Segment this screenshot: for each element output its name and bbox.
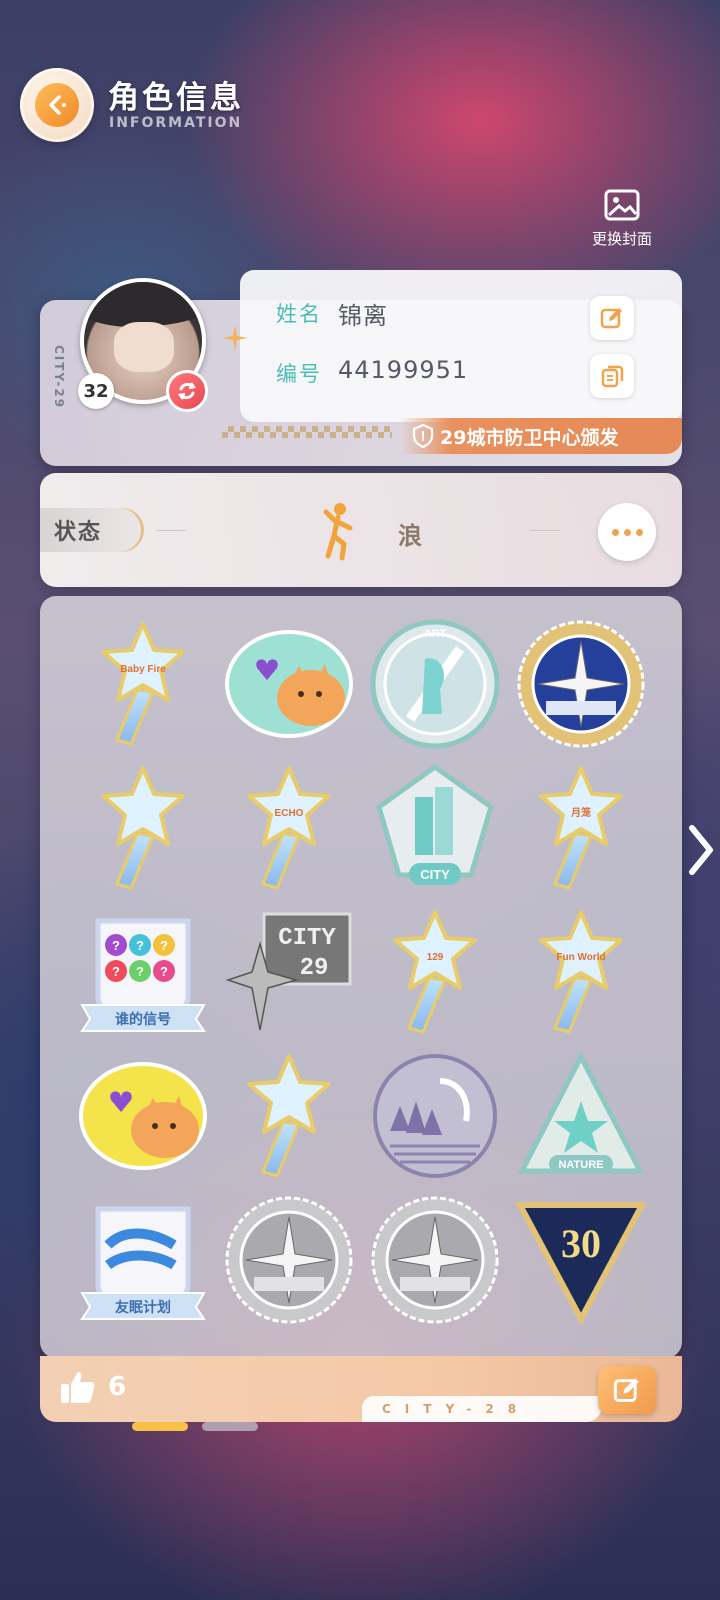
compass-gold-badge[interactable] (508, 612, 654, 756)
dot (623, 528, 631, 536)
dot (635, 528, 643, 536)
status-more-button[interactable] (598, 503, 656, 561)
status-figure-icon (323, 503, 353, 561)
next-page-arrow-icon[interactable] (686, 820, 716, 880)
question-shield-badge[interactable]: ?????? 谁的信号 (70, 900, 216, 1044)
back-button[interactable] (20, 68, 94, 142)
svg-text:29: 29 (300, 955, 329, 982)
star-pin-fun-world[interactable]: Fun World (508, 900, 654, 1044)
divider (530, 530, 560, 531)
thumbs-up-icon[interactable] (60, 1370, 96, 1404)
copy-icon (601, 365, 624, 388)
star-pin-echo[interactable]: ECHO (216, 756, 362, 900)
edit-icon (600, 308, 622, 329)
svg-text:ECHO: ECHO (275, 808, 304, 819)
level-badge: 32 (78, 373, 114, 409)
plan-shield-badge[interactable]: 友眠计划 (70, 1188, 216, 1332)
star-pin-script[interactable] (70, 756, 216, 900)
svg-text:?: ? (136, 964, 144, 979)
city-code: CITY-29 (52, 345, 66, 410)
decorative-checker (222, 426, 392, 438)
dot (611, 528, 619, 536)
name-value: 锦离 (338, 302, 388, 330)
svg-text:友眠计划: 友眠计划 (115, 1299, 171, 1315)
svg-text:CITY: CITY (278, 925, 336, 952)
pager-dot[interactable] (202, 1422, 258, 1431)
image-icon (604, 189, 640, 221)
id-label: 编号 (276, 362, 322, 386)
pager-dot-active[interactable] (132, 1422, 188, 1431)
svg-text:?: ? (160, 964, 168, 979)
city-tag: CITY-28 (362, 1396, 602, 1422)
svg-text:CITY: CITY (420, 867, 450, 882)
page-subtitle: INFORMATION (109, 115, 243, 131)
city29-sign-badge[interactable]: CITY 29 (216, 900, 362, 1044)
edit-badges-button[interactable] (598, 1366, 656, 1414)
name-label: 姓名 (276, 302, 322, 326)
svg-text:NATURE: NATURE (558, 1159, 603, 1171)
cat-sticker-badge[interactable] (216, 612, 362, 756)
like-count: 6 (108, 1372, 127, 1402)
svg-text:Baby Fire: Baby Fire (120, 664, 166, 675)
star-pin-seal[interactable] (216, 1044, 362, 1188)
svg-text:?: ? (112, 964, 120, 979)
compass-silver-badge-2[interactable] (362, 1188, 508, 1332)
status-value: 浪 (398, 522, 422, 550)
profile-info-panel (240, 270, 682, 422)
edit-name-button[interactable] (590, 296, 634, 340)
shield-icon (412, 424, 434, 448)
cat-sticker-purple-badge[interactable] (70, 1044, 216, 1188)
compass-silver-badge-1[interactable] (216, 1188, 362, 1332)
svg-text:ART: ART (424, 628, 447, 640)
issuer-banner: 29城市防卫中心颁发 (400, 418, 682, 454)
star-pin-baby-fire[interactable]: Baby Fire (70, 612, 216, 756)
svg-text:?: ? (112, 938, 120, 953)
swap-icon (177, 382, 197, 400)
nature-triangle-badge[interactable]: NATURE (508, 1044, 654, 1188)
thirty-triangle-badge[interactable]: 30 (508, 1188, 654, 1332)
edit-icon (613, 1378, 639, 1402)
issuer-text: 29城市防卫中心颁发 (440, 426, 619, 449)
switch-avatar-button[interactable] (166, 370, 208, 412)
back-arrow-icon (35, 83, 79, 127)
star-pin-129[interactable]: 129 (362, 900, 508, 1044)
svg-text:谁的信号: 谁的信号 (115, 1011, 171, 1027)
svg-text:?: ? (160, 938, 168, 953)
sparkle-icon (222, 325, 248, 351)
page-title: 角色信息 (108, 80, 244, 116)
art-badge[interactable]: ART (362, 612, 508, 756)
change-cover-button[interactable]: 更换封面 (582, 188, 662, 249)
divider (156, 530, 186, 531)
city-pentagon-badge[interactable]: CITY (362, 756, 508, 900)
star-pin-moon[interactable]: 月笼 (508, 756, 654, 900)
copy-id-button[interactable] (590, 354, 634, 398)
id-value: 44199951 (338, 356, 469, 384)
svg-text:30: 30 (561, 1221, 601, 1266)
svg-text:129: 129 (427, 952, 444, 963)
svg-text:月笼: 月笼 (570, 806, 591, 819)
svg-text:Fun World: Fun World (556, 952, 605, 963)
badge-grid: Baby Fire ART ECHO CITY 月笼 ? ? ? ? ? ? 谁… (70, 612, 654, 1332)
change-cover-label: 更换封面 (591, 230, 652, 248)
forest-silver-badge[interactable] (362, 1044, 508, 1188)
status-label: 状态 (40, 508, 144, 552)
svg-text:?: ? (136, 938, 144, 953)
